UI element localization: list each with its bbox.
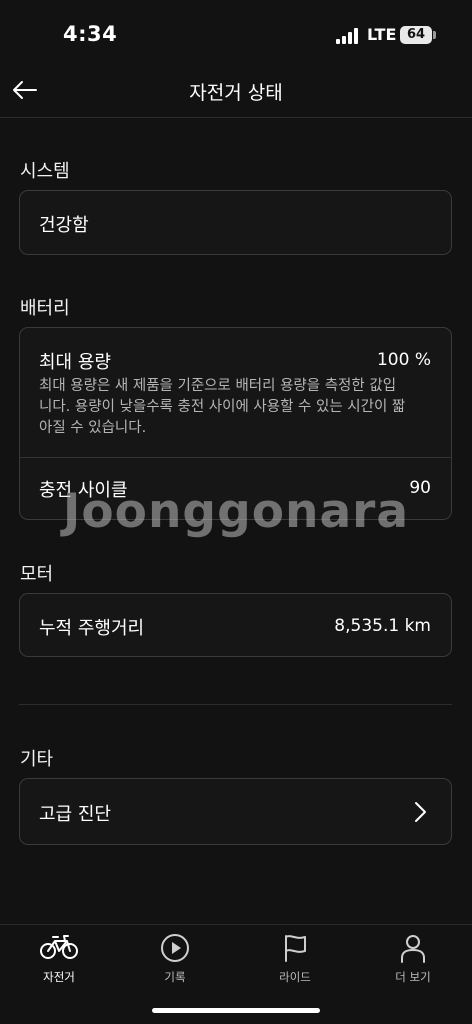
tab-label: 자전거 [43, 970, 75, 984]
tab-label: 기록 [164, 970, 186, 984]
odometer-label: 누적 주행거리 [39, 618, 145, 639]
system-status-card: 건강함 [19, 190, 452, 255]
odometer-value: 8,535.1 km [334, 616, 431, 636]
advanced-diagnostics-button[interactable]: 고급 진단 [19, 778, 452, 845]
play-circle-icon [161, 934, 189, 962]
motor-card: 누적 주행거리 8,535.1 km [19, 593, 452, 657]
tab-more[interactable]: 더 보기 [354, 925, 472, 991]
bicycle-icon [40, 935, 78, 959]
tab-label: 더 보기 [395, 970, 431, 984]
tab-records[interactable]: 기록 [116, 925, 234, 991]
home-indicator[interactable] [152, 1008, 320, 1013]
charge-cycle-label: 충전 사이클 [39, 480, 128, 501]
etc-section-title: 기타 [20, 749, 54, 770]
page-title: 자전거 상태 [189, 82, 283, 104]
system-status-value: 건강함 [39, 215, 89, 236]
header: 자전거 상태 [0, 70, 472, 118]
max-capacity-row: 최대 용량 100 % 최대 용량은 새 제품을 기준으로 배터리 용량을 측정… [20, 328, 451, 457]
header-divider [0, 117, 472, 118]
battery-card: 최대 용량 100 % 최대 용량은 새 제품을 기준으로 배터리 용량을 측정… [19, 327, 452, 520]
person-icon [401, 935, 425, 963]
charge-cycle-value: 90 [409, 478, 431, 498]
tab-ride[interactable]: 라이드 [236, 925, 354, 991]
battery-section-title: 배터리 [20, 298, 70, 319]
advanced-diagnostics-label: 고급 진단 [39, 804, 111, 825]
status-bar: 4:34 LTE 64 [0, 0, 472, 70]
section-divider [19, 704, 452, 705]
tab-label: 라이드 [279, 970, 311, 984]
signal-icon [336, 28, 358, 44]
motor-section-title: 모터 [20, 564, 54, 585]
charge-cycle-row: 충전 사이클 90 [20, 458, 451, 520]
flag-icon [285, 935, 306, 962]
battery-icon: 64 [400, 26, 432, 44]
max-capacity-description: 최대 용량은 새 제품을 기준으로 배터리 용량을 측정한 값입니다. 용량이 … [39, 378, 406, 436]
network-type: LTE [367, 25, 397, 44]
max-capacity-value: 100 % [376, 350, 431, 370]
status-time: 4:34 [63, 22, 118, 46]
chevron-right-icon [415, 802, 426, 822]
system-section-title: 시스템 [20, 161, 70, 182]
battery-nub [433, 31, 436, 39]
max-capacity-label: 최대 용량 [39, 352, 111, 373]
tab-bicycle[interactable]: 자전거 [0, 925, 118, 991]
